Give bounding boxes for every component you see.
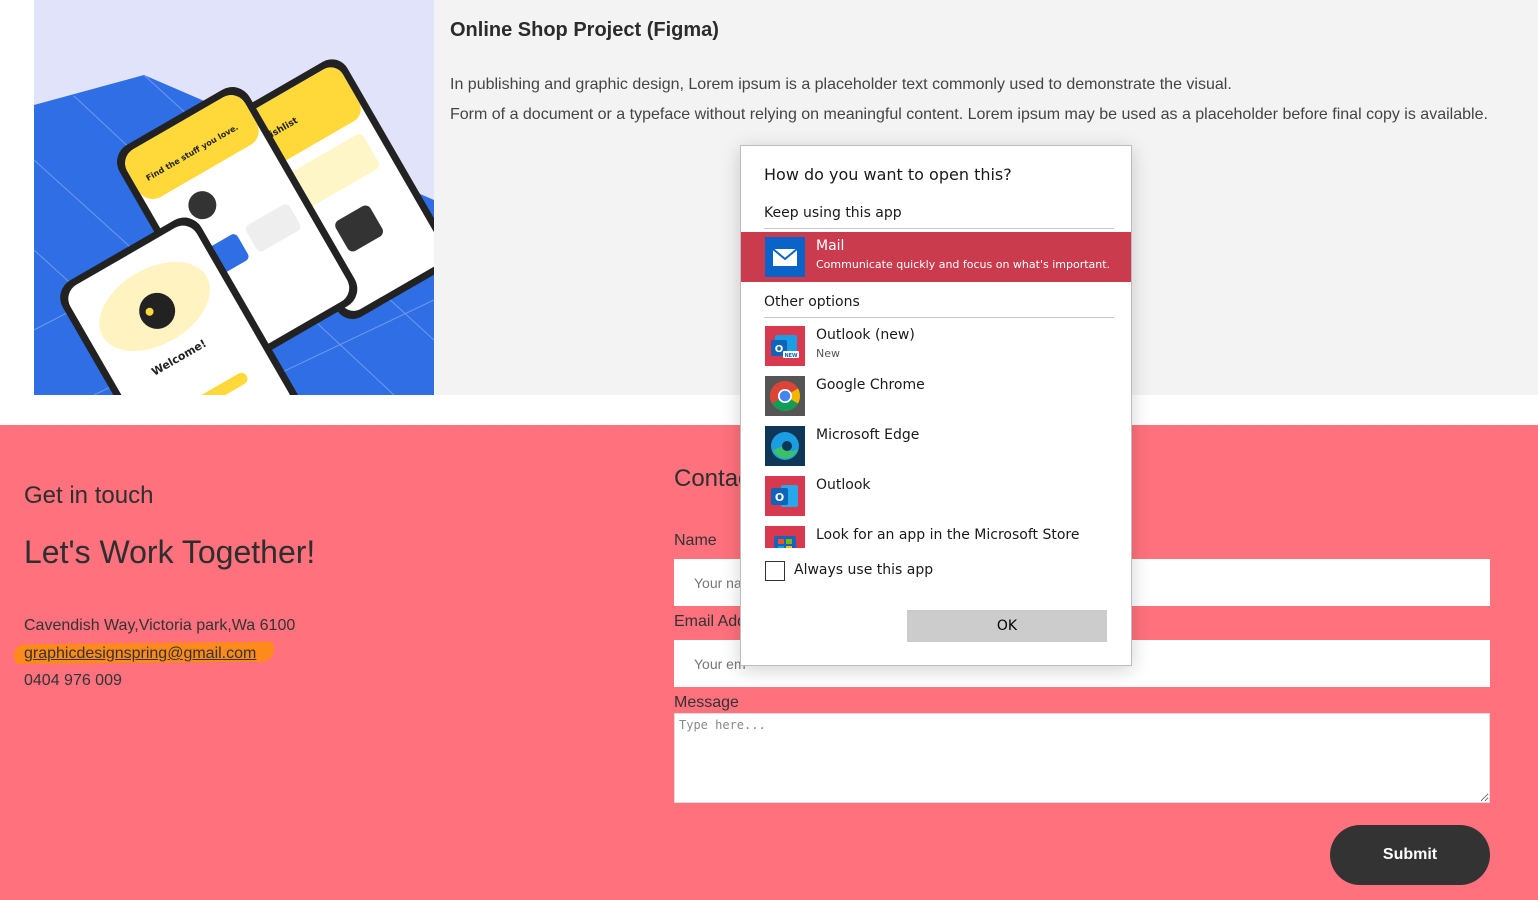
project-description-line: In publishing and graphic design, Lorem … — [450, 76, 1232, 93]
project-image: Wishlist Find the stuff you love. Welcom… — [34, 0, 434, 395]
app-name: Outlook (new) — [816, 327, 915, 343]
svg-text:O: O — [775, 491, 784, 504]
mail-icon — [765, 237, 805, 277]
edge-icon — [765, 426, 805, 466]
email-label: Email Add — [674, 613, 747, 630]
other-options-label: Other options — [764, 294, 860, 310]
svg-text:O: O — [775, 344, 784, 355]
app-option-store[interactable]: Look for an app in the Microsoft Store — [741, 521, 1131, 550]
open-with-dialog: How do you want to open this? Keep using… — [740, 145, 1132, 666]
keep-using-label: Keep using this app — [764, 205, 902, 221]
divider — [764, 228, 1114, 229]
always-use-label: Always use this app — [794, 562, 934, 578]
get-in-touch-heading: Get in touch — [24, 482, 154, 509]
phone-mockup-illustration: Wishlist Find the stuff you love. Welcom… — [34, 59, 434, 395]
app-subtitle: Communicate quickly and focus on what's … — [816, 258, 1111, 271]
svg-text:NEW: NEW — [784, 353, 798, 359]
app-name: Google Chrome — [816, 377, 925, 393]
app-option-chrome[interactable]: Google Chrome — [741, 371, 1131, 421]
outlook-icon: O — [765, 476, 805, 516]
dialog-title: How do you want to open this? — [764, 165, 1012, 184]
app-option-mail[interactable]: Mail Communicate quickly and focus on wh… — [741, 232, 1131, 282]
work-together-title: Let's Work Together! — [24, 534, 316, 570]
project-description-line: Form of a document or a typeface without… — [450, 106, 1488, 123]
name-label: Name — [674, 532, 717, 549]
phone-text: 0404 976 009 — [24, 672, 122, 689]
ok-button[interactable]: OK — [907, 610, 1107, 642]
submit-button[interactable]: Submit — [1330, 825, 1490, 885]
app-name: Look for an app in the Microsoft Store — [816, 527, 1080, 543]
app-name: Mail — [816, 238, 845, 254]
app-name: Microsoft Edge — [816, 427, 920, 443]
contact-heading: Contac — [674, 465, 751, 492]
email-link[interactable]: graphicdesignspring@gmail.com — [24, 645, 256, 663]
app-name: Outlook — [816, 477, 871, 493]
app-option-outlook[interactable]: O Outlook — [741, 471, 1131, 521]
message-textarea[interactable] — [674, 713, 1490, 803]
outlook-new-icon: O NEW — [765, 326, 805, 366]
app-option-outlook-new[interactable]: O NEW Outlook (new) New — [741, 321, 1131, 371]
divider — [764, 317, 1114, 318]
always-use-checkbox[interactable] — [765, 561, 785, 581]
email-highlight-wrapper: graphicdesignspring@gmail.com — [13, 640, 275, 666]
app-subtitle: New — [816, 347, 840, 360]
chrome-icon — [765, 376, 805, 416]
address-text: Cavendish Way,Victoria park,Wa 6100 — [24, 617, 296, 634]
project-title: Online Shop Project (Figma) — [450, 19, 719, 41]
app-option-edge[interactable]: Microsoft Edge — [741, 421, 1131, 471]
store-icon — [765, 526, 805, 548]
message-label: Message — [674, 694, 739, 711]
project-description: In publishing and graphic design, Lorem … — [450, 70, 1488, 130]
